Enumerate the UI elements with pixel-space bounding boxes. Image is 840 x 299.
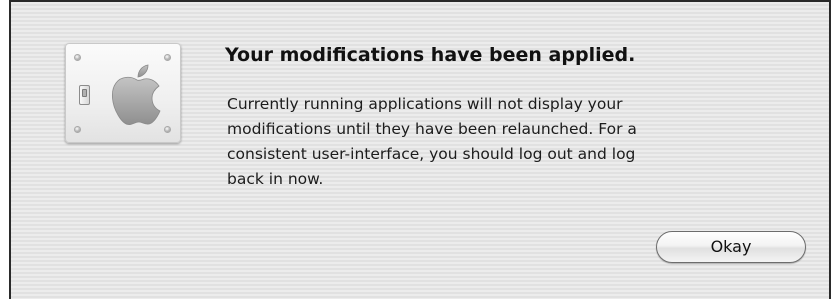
toggle-switch-icon [79,85,90,105]
message-line: back in now. [227,170,324,188]
screw-icon [165,55,170,60]
message-line: modifications until they have been relau… [227,120,637,138]
message-line: consistent user-interface, you should lo… [227,145,636,163]
message-line: Currently running applications will not … [227,95,623,113]
screw-icon [75,55,80,60]
okay-button[interactable]: Okay [656,231,806,263]
screw-icon [165,127,170,132]
screw-icon [75,127,80,132]
apple-switch-panel-icon [65,43,181,143]
alert-dialog: Your modifications have been applied. Cu… [9,0,831,299]
dialog-title: Your modifications have been applied. [225,44,636,66]
apple-logo-icon [112,64,161,125]
dialog-message: Currently running applications will not … [227,92,807,192]
